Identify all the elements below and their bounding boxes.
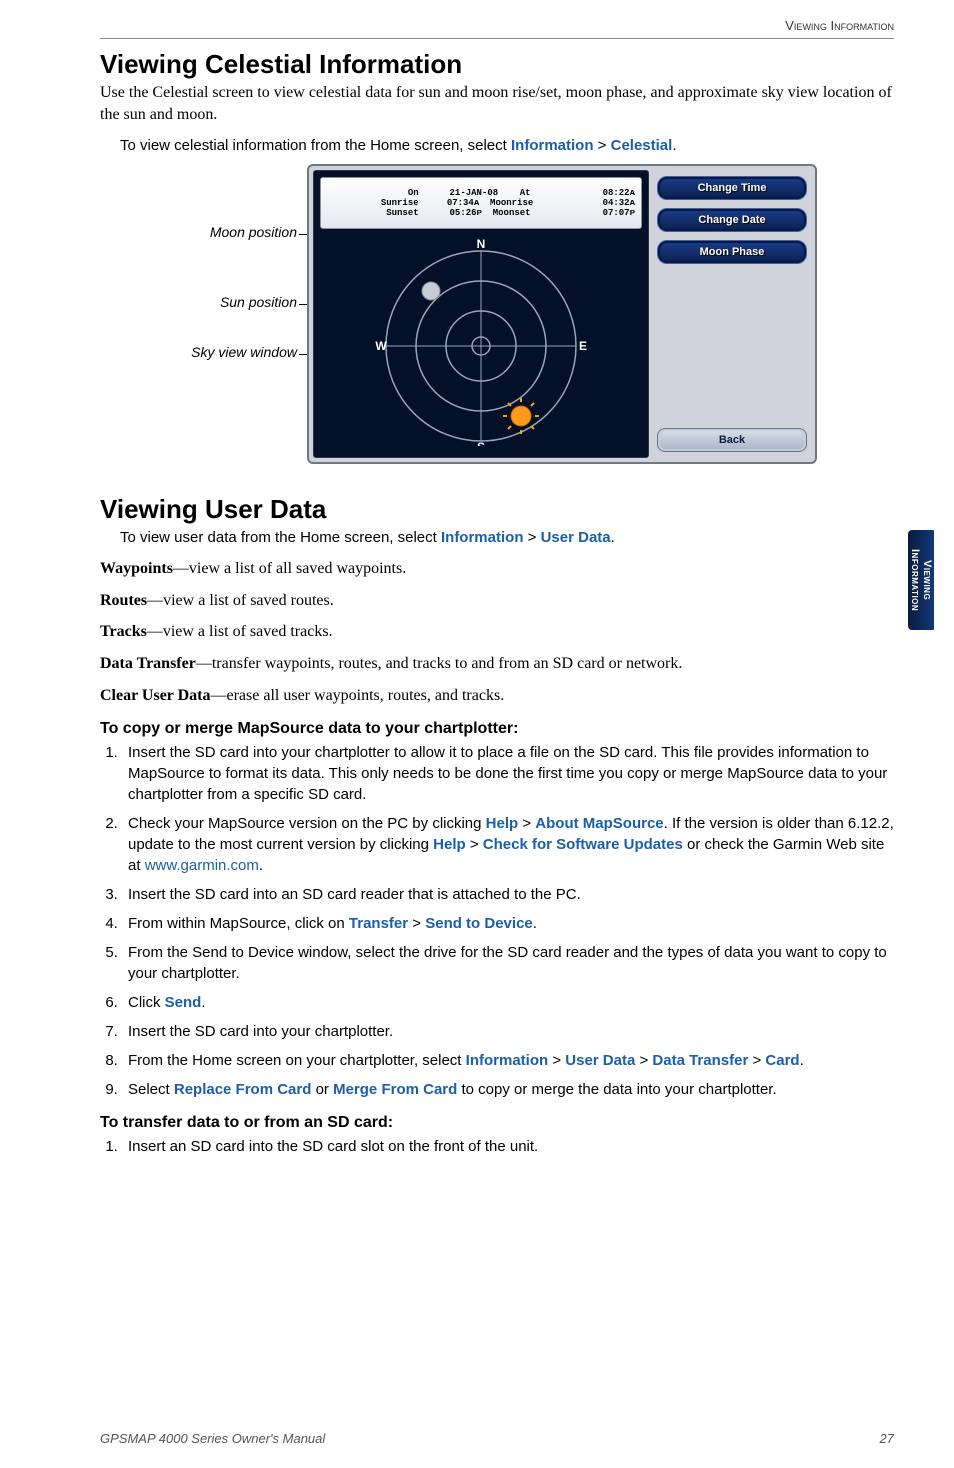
device-button-column: Change Time Change Date Moon Phase Back: [653, 170, 811, 458]
procA-step3: Insert the SD card into an SD card reade…: [122, 884, 894, 905]
value-date: 21-JAN-08 At: [427, 188, 554, 198]
compass-e: E: [579, 339, 587, 353]
device-frame: On 21-JAN-08 At 08:22ᴀ Sunrise 07:34ᴀ Mo…: [307, 164, 817, 464]
moon-icon: [422, 282, 440, 300]
change-date-button[interactable]: Change Date: [657, 208, 807, 232]
ui-help: Help: [486, 815, 519, 832]
compass-s: S: [477, 440, 485, 446]
period: .: [672, 137, 676, 154]
callout-moon-position: Moon position: [167, 224, 297, 240]
value-at-time: 08:22ᴀ: [553, 188, 635, 198]
footer-manual-title: GPSMAP 4000 Series Owner's Manual: [100, 1431, 325, 1446]
celestial-figure: Moon position Sun position Sky view wind…: [177, 164, 817, 474]
ui-send: Send: [165, 994, 202, 1011]
sky-view-window: N S W E: [351, 226, 611, 446]
ui-data-transfer: Data Transfer: [652, 1052, 748, 1069]
page-header-section: Viewing Information: [785, 18, 894, 33]
device-screen: On 21-JAN-08 At 08:22ᴀ Sunrise 07:34ᴀ Mo…: [313, 170, 649, 458]
page-footer: GPSMAP 4000 Series Owner's Manual 27: [100, 1431, 894, 1446]
procB-steps: Insert an SD card into the SD card slot …: [100, 1136, 894, 1157]
celestial-info-bar: On 21-JAN-08 At 08:22ᴀ Sunrise 07:34ᴀ Mo…: [320, 177, 642, 229]
ui-about-mapsource: About MapSource: [535, 815, 663, 832]
section-title-userdata: Viewing User Data: [100, 494, 894, 525]
item-clear-user-data: Clear User Data—erase all user waypoints…: [100, 685, 894, 707]
procA-step8: From the Home screen on your chartplotte…: [122, 1050, 894, 1071]
ui-replace-from-card: Replace From Card: [174, 1081, 312, 1098]
userdata-instruction: To view user data from the Home screen, …: [120, 527, 894, 548]
procA-step6: Click Send.: [122, 992, 894, 1013]
procA-step1: Insert the SD card into your chartplotte…: [122, 742, 894, 805]
ui-merge-from-card: Merge From Card: [333, 1081, 457, 1098]
procA-step2: Check your MapSource version on the PC b…: [122, 813, 894, 876]
moon-phase-button[interactable]: Moon Phase: [657, 240, 807, 264]
row3-mid: 05:26ᴘ Moonset: [427, 208, 554, 218]
label-sunrise: Sunrise: [327, 198, 427, 208]
callout-sun-position: Sun position: [167, 294, 297, 310]
sep: >: [523, 529, 540, 546]
procA-step9: Select Replace From Card or Merge From C…: [122, 1079, 894, 1100]
item-waypoints: Waypoints—view a list of all saved waypo…: [100, 558, 894, 580]
sep: >: [594, 137, 611, 154]
compass-w: W: [375, 339, 387, 353]
procB-step1: Insert an SD card into the SD card slot …: [122, 1136, 894, 1157]
sun-icon: [503, 398, 539, 434]
label-on: On: [327, 188, 427, 198]
ui-information: Information: [466, 1052, 549, 1069]
period: .: [611, 529, 615, 546]
item-routes: Routes—view a list of saved routes.: [100, 590, 894, 612]
ui-user-data: User Data: [541, 529, 611, 546]
celestial-instruction: To view celestial information from the H…: [120, 135, 894, 156]
item-tracks: Tracks—view a list of saved tracks.: [100, 621, 894, 643]
procA-heading: To copy or merge MapSource data to your …: [100, 720, 894, 738]
value-moonrise-time: 04:32ᴀ: [553, 198, 635, 208]
procA-step4: From within MapSource, click on Transfer…: [122, 913, 894, 934]
ui-information: Information: [511, 137, 594, 154]
callout-sky-view-window: Sky view window: [157, 344, 297, 360]
procB-heading: To transfer data to or from an SD card:: [100, 1114, 894, 1132]
compass-n: N: [477, 237, 486, 251]
change-time-button[interactable]: Change Time: [657, 176, 807, 200]
procA-step5: From the Send to Device window, select t…: [122, 942, 894, 984]
instr-text: To view user data from the Home screen, …: [120, 529, 441, 546]
value-moonset-time: 07:07ᴘ: [553, 208, 635, 218]
side-tab-viewing-information: Viewing Information: [908, 530, 934, 630]
header-rule: [100, 38, 894, 39]
ui-card: Card: [765, 1052, 799, 1069]
side-tab-line1: Viewing: [921, 560, 933, 600]
ui-user-data: User Data: [565, 1052, 635, 1069]
ui-send-to-device: Send to Device: [425, 915, 533, 932]
item-data-transfer: Data Transfer—transfer waypoints, routes…: [100, 653, 894, 675]
ui-information: Information: [441, 529, 524, 546]
celestial-intro: Use the Celestial screen to view celesti…: [100, 82, 894, 125]
label-sunset: Sunset: [327, 208, 427, 218]
footer-page-number: 27: [880, 1431, 894, 1446]
ui-transfer: Transfer: [349, 915, 408, 932]
section-title-celestial: Viewing Celestial Information: [100, 49, 894, 80]
ui-help: Help: [433, 836, 466, 853]
link-garmin[interactable]: www.garmin.com: [145, 857, 259, 874]
ui-celestial: Celestial: [611, 137, 673, 154]
instr-text: To view celestial information from the H…: [120, 137, 511, 154]
row2-mid: 07:34ᴀ Moonrise: [427, 198, 554, 208]
procA-step7: Insert the SD card into your chartplotte…: [122, 1021, 894, 1042]
back-button[interactable]: Back: [657, 428, 807, 452]
procA-steps: Insert the SD card into your chartplotte…: [100, 742, 894, 1100]
ui-check-updates: Check for Software Updates: [483, 836, 683, 853]
side-tab-line2: Information: [909, 549, 921, 611]
